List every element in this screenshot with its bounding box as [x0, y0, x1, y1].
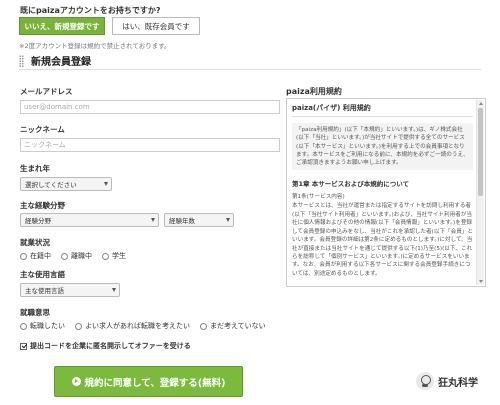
- existing-member-button[interactable]: はい、既存会員です: [112, 17, 200, 35]
- nickname-label: ニックネーム: [20, 125, 65, 134]
- radio-circle-icon: [61, 252, 68, 260]
- birth-year-label: 生まれ年: [20, 164, 50, 173]
- scroll-up-icon[interactable]: [478, 102, 483, 105]
- email-label: メールアドレス: [20, 87, 73, 96]
- job-intent-option[interactable]: まだ考えていない: [200, 321, 266, 331]
- employment-option-label: 在籍中: [30, 252, 51, 260]
- experience-label: 主な経験分野: [20, 201, 65, 210]
- language-select[interactable]: 主な使用言語: [20, 283, 120, 297]
- nickname-field[interactable]: [20, 138, 280, 152]
- experience-field-select[interactable]: 経験分野: [20, 213, 159, 227]
- submit-label: 規約に同意して、登録する(無料): [84, 377, 226, 389]
- employment-option[interactable]: 在籍中: [20, 251, 51, 261]
- radio-circle-icon: [200, 322, 207, 330]
- wechat-logo-icon: [416, 372, 434, 390]
- register-submit-button[interactable]: 規約に同意して、登録する(無料): [54, 366, 243, 397]
- account-type-toggle: いいえ、新規登録です はい、既存会員です: [19, 17, 200, 35]
- employment-option-label: 離職中: [71, 252, 92, 260]
- scroll-down-icon[interactable]: [478, 280, 483, 283]
- terms-title: paiza利用規約: [286, 87, 342, 96]
- consent-label: 提出コードを企業に匿名開示してオファーを受ける: [30, 342, 191, 350]
- terms-heading: paiza(パイザ) 利用規約: [292, 103, 473, 117]
- radio-circle-icon: [20, 322, 27, 330]
- experience-years-value: 経験年数: [169, 217, 195, 225]
- watermark-text: 狂丸科学: [438, 377, 478, 389]
- experience-years-select[interactable]: 経験年数: [164, 213, 234, 227]
- watermark: 狂丸科学: [416, 372, 478, 390]
- job-intent-radio-group: 転職したい よい求人があれば転職を考えたい まだ考えていない: [20, 321, 276, 331]
- job-intent-option[interactable]: よい求人があれば転職を考えたい: [75, 321, 190, 331]
- radio-circle-icon: [75, 322, 82, 330]
- employment-label: 就業状況: [20, 238, 50, 247]
- terms-article: 第1条(サービス内容): [292, 194, 345, 201]
- employment-option-label: 学生: [112, 252, 126, 260]
- terms-chapter: 第1章 本サービスおよび本規約について: [292, 180, 410, 189]
- chevron-down-icon: [112, 288, 116, 292]
- account-question: 既にpaizaアカウントをお持ちですか?: [20, 6, 161, 15]
- birth-year-select[interactable]: 選択してください: [20, 177, 112, 191]
- email-field[interactable]: [20, 100, 280, 114]
- duplicate-account-note: ※2度アカウント登録は規約で禁止されております。: [19, 42, 171, 50]
- employment-option[interactable]: 離職中: [61, 251, 92, 261]
- checkbox-checked-icon[interactable]: [20, 342, 27, 350]
- page-title: 新規会員登録: [31, 57, 91, 68]
- terms-scrollbox[interactable]: paiza(パイザ) 利用規約 「paiza利用規約」(以下「本規約」といいます…: [286, 98, 486, 287]
- job-intent-option[interactable]: 転職したい: [20, 321, 65, 331]
- language-label: 主な使用言語: [20, 270, 65, 279]
- terms-body: 本サービスとは、当社が運営または指定するサイトを訪問し利用する者(以下「当社サイ…: [292, 203, 474, 277]
- chevron-down-icon: [104, 182, 108, 186]
- terms-intro: 「paiza利用規約」(以下「本規約」といいます。)は、ギノ株式会社(以下「当社…: [292, 123, 473, 171]
- consent-checkbox-row[interactable]: 提出コードを企業に匿名開示してオファーを受ける: [20, 341, 191, 351]
- job-intent-label: 就職意思: [20, 308, 50, 317]
- job-intent-option-label: 転職したい: [30, 322, 65, 330]
- terms-scrollbar[interactable]: [476, 100, 484, 285]
- experience-field-value: 経験分野: [25, 217, 51, 225]
- job-intent-option-label: まだ考えていない: [210, 322, 266, 330]
- title-dots-icon: [19, 54, 24, 67]
- radio-circle-icon: [102, 252, 109, 260]
- birth-year-value: 選択してください: [25, 181, 77, 189]
- chevron-down-icon: [226, 218, 230, 222]
- job-intent-option-label: よい求人があれば転職を考えたい: [85, 322, 190, 330]
- scroll-thumb[interactable]: [478, 108, 483, 196]
- play-circle-icon: [71, 377, 81, 386]
- language-value: 主な使用言語: [25, 287, 64, 295]
- radio-circle-icon: [20, 252, 27, 260]
- employment-option[interactable]: 学生: [102, 251, 126, 261]
- employment-radio-group: 在籍中 離職中 学生: [20, 251, 136, 261]
- new-member-button[interactable]: いいえ、新規登録です: [19, 17, 105, 35]
- chevron-down-icon: [151, 218, 155, 222]
- section-header: 新規会員登録: [19, 52, 481, 70]
